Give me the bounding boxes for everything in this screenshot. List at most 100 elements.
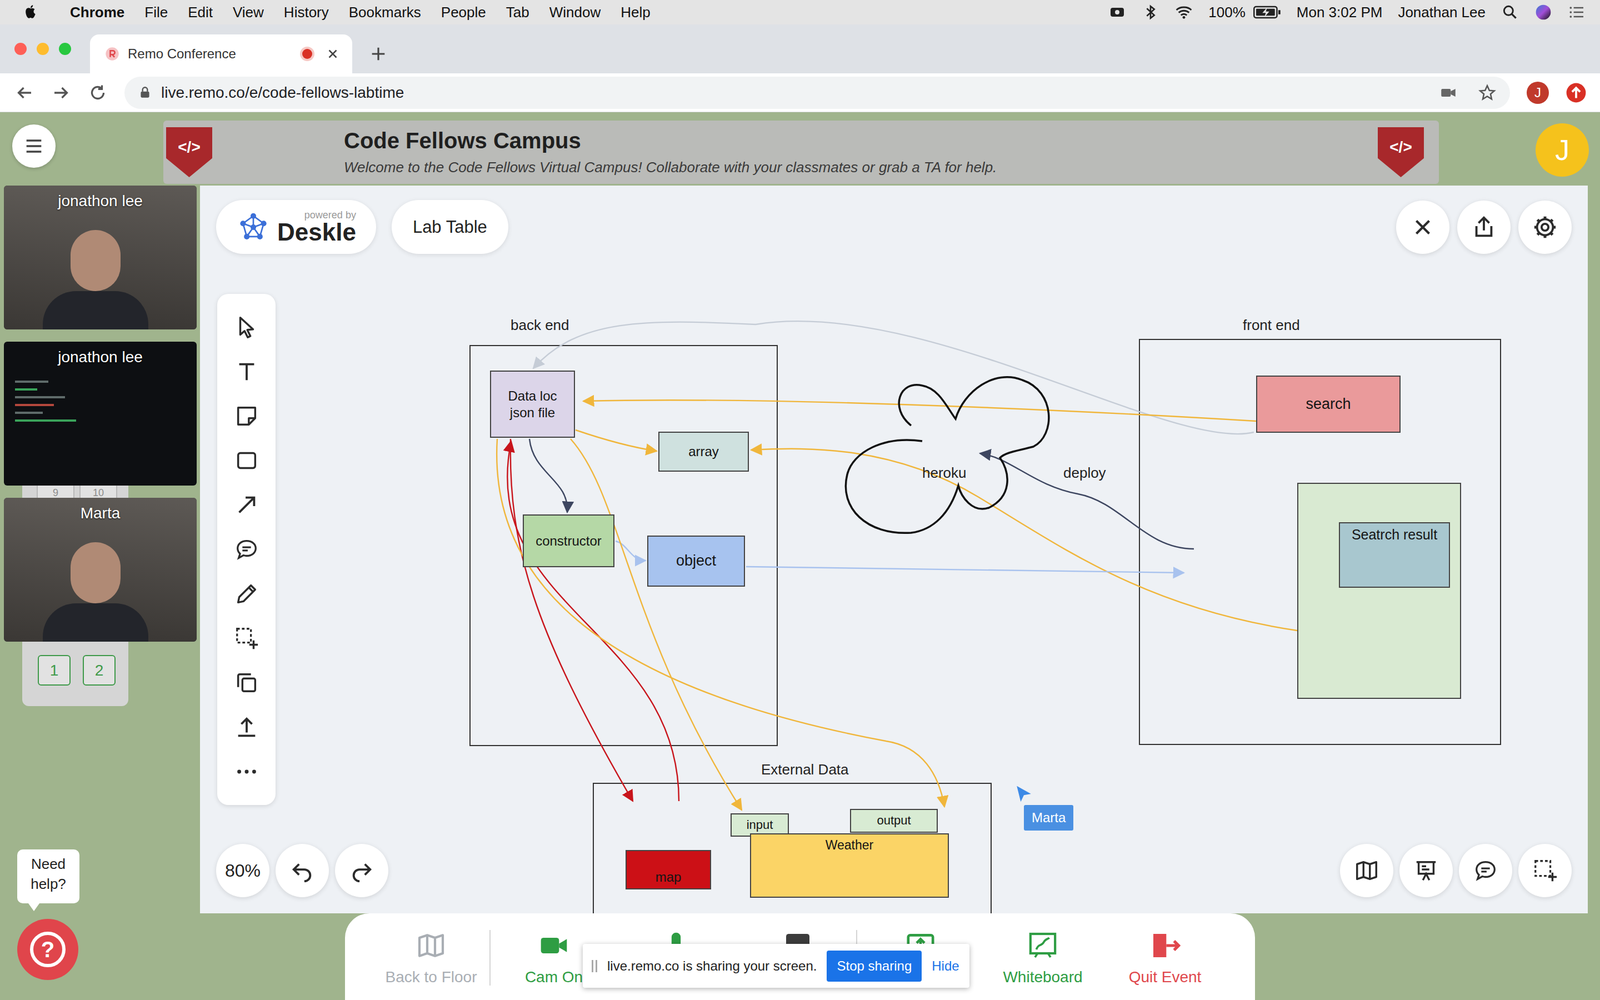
connector-arrow[interactable] [507,441,679,802]
tool-button[interactable] [224,393,269,439]
tool-button[interactable] [224,749,269,794]
video-tile[interactable]: jonathon lee [3,185,197,330]
reload-icon[interactable] [87,82,108,103]
bluetooth-icon[interactable] [1141,3,1160,22]
diagram-node[interactable]: Seatrch result [1338,522,1450,588]
diagram-node[interactable]: output [850,808,938,833]
tool-button[interactable] [224,305,269,350]
view-button[interactable] [1340,843,1394,898]
whiteboard-action-button[interactable] [1396,200,1450,254]
view-button[interactable] [1518,843,1572,898]
diagram-node[interactable]: search [1256,375,1401,433]
clock[interactable]: Mon 3:02 PM [1296,3,1383,22]
zoom-level[interactable]: 80% [216,843,270,898]
menu-item[interactable]: File [144,3,168,22]
group-label[interactable]: back end [510,316,570,334]
group-label[interactable]: front end [1242,316,1300,334]
toolbar-button[interactable]: Whiteboard [983,930,1102,986]
user-avatar[interactable]: J [1535,123,1589,177]
tool-button[interactable] [224,438,269,483]
forward-icon[interactable] [51,82,72,103]
profile-button[interactable]: J [1526,81,1549,104]
menu-item[interactable]: Bookmarks [348,3,422,22]
diagram-node[interactable]: Weather [750,833,949,898]
view-button[interactable] [1399,843,1453,898]
connector-arrow[interactable] [529,438,568,513]
cloud-drawing[interactable] [845,377,1049,534]
whiteboard-action-button[interactable] [1457,200,1511,254]
menu-item[interactable]: Help [620,3,650,22]
connector-arrow[interactable] [980,453,1194,549]
menu-item[interactable]: Edit [187,3,213,22]
deskle-brand[interactable]: powered by Deskle [216,200,377,254]
redo-button[interactable] [335,843,389,898]
connector-arrow[interactable] [510,438,633,802]
app-menu[interactable]: Chrome [70,3,125,22]
new-tab-icon[interactable] [368,44,388,64]
tool-button[interactable] [224,349,269,394]
connector-arrow[interactable] [575,430,657,452]
notification-list-icon[interactable] [1567,3,1586,22]
connector-arrow[interactable] [615,541,646,561]
camera-permission-icon[interactable] [1438,83,1458,103]
diagram-node[interactable]: Data loc json file [490,370,575,438]
tool-button[interactable] [224,660,269,705]
close-tab-icon[interactable] [325,46,340,62]
search-icon[interactable] [1501,3,1519,22]
view-button[interactable] [1458,843,1513,898]
menu-item[interactable]: People [441,3,487,22]
whiteboard-canvas[interactable]: back end front end External Data heroku … [200,185,1588,914]
tool-button[interactable] [224,527,269,572]
video-tile[interactable]: jonathon lee [3,341,197,486]
diagram-node[interactable]: constructor [522,514,615,568]
siri-icon[interactable] [1534,3,1553,22]
undo-button[interactable] [275,843,329,898]
hide-button[interactable]: Hide [931,958,959,974]
screen-record-icon[interactable] [1108,3,1127,22]
seat-number[interactable]: 1 [37,655,71,686]
cloud-label[interactable]: heroku [922,465,967,481]
user-name[interactable]: Jonathan Lee [1397,3,1486,22]
toolbar-button[interactable]: Back to Floor [372,930,491,986]
close-window-button[interactable] [14,42,27,55]
connector-arrow[interactable] [746,566,1184,573]
seat-number[interactable]: 2 [82,655,116,686]
menu-button[interactable] [12,124,56,168]
menu-item[interactable]: Tab [506,3,530,22]
bookmark-star-icon[interactable] [1477,83,1497,103]
diagram-node[interactable]: array [658,431,749,472]
menu-item[interactable]: View [232,3,264,22]
edge-label[interactable]: deploy [1063,465,1107,481]
browser-tab[interactable]: Remo Conference [90,34,353,74]
lock-icon[interactable] [137,85,153,100]
diagram-node[interactable]: object [647,535,745,587]
video-tile[interactable]: Marta [3,497,197,642]
stop-sharing-button[interactable]: Stop sharing [826,950,922,982]
help-button[interactable]: ? [17,918,79,980]
menu-item[interactable]: Window [549,3,601,22]
back-icon[interactable] [14,82,35,103]
tool-button[interactable] [224,616,269,661]
connector-arrow[interactable] [570,438,742,810]
connector-arrow[interactable] [583,400,1257,422]
battery-icon[interactable] [1253,5,1282,20]
whiteboard-action-button[interactable] [1518,200,1572,254]
zoom-window-button[interactable] [58,42,72,55]
diagram-node[interactable]: map [625,850,712,890]
update-icon[interactable] [1565,82,1587,104]
tool-button[interactable] [224,571,269,617]
group-label[interactable]: External Data [761,761,849,778]
tool-button[interactable] [224,705,269,750]
tool-button[interactable] [224,482,269,528]
wifi-icon[interactable] [1175,3,1193,22]
result-panel[interactable] [1297,482,1462,699]
toolbar-button[interactable]: Quit Event [1106,930,1224,986]
connector-arrow[interactable] [496,438,945,807]
menu-item[interactable]: History [283,3,329,22]
apple-icon[interactable] [23,3,38,21]
connector-arrow[interactable] [751,448,1298,631]
url-field[interactable]: live.remo.co/e/code-fellows-labtime [124,76,1510,109]
board-name[interactable]: Lab Table [391,200,509,254]
connector-arrow[interactable] [533,321,1254,434]
drag-handle[interactable] [591,960,598,973]
